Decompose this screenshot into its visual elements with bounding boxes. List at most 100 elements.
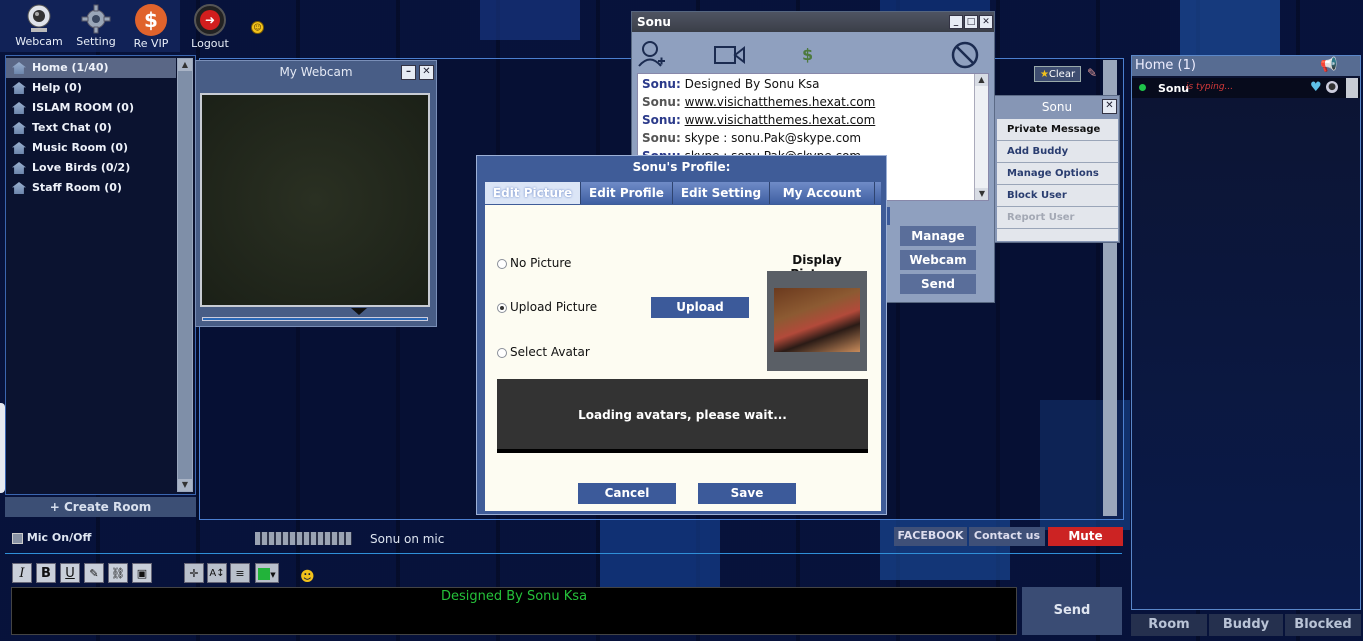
- mic-toggle[interactable]: Mic On/Off: [12, 531, 102, 545]
- profile-tab[interactable]: My Account: [770, 182, 875, 204]
- font-size-icon[interactable]: A↕: [207, 563, 227, 583]
- side-handle[interactable]: [0, 403, 5, 493]
- pm-title: Sonu: [637, 15, 671, 29]
- pm-block-icon[interactable]: [950, 40, 980, 70]
- picture-option-label: Select Avatar: [510, 345, 590, 359]
- radio-button[interactable]: [497, 302, 507, 313]
- pm-message-sender: Sonu:: [642, 77, 681, 91]
- image-icon[interactable]: ▣: [132, 563, 152, 583]
- emoticon-icon[interactable]: ☻: [300, 569, 322, 585]
- message-input[interactable]: Designed By Sonu Ksa: [11, 587, 1017, 635]
- radio-button[interactable]: [497, 347, 507, 358]
- picture-option[interactable]: Upload Picture: [497, 300, 597, 314]
- room-item[interactable]: Text Chat (0): [6, 118, 176, 138]
- user-menu-titlebar: Sonu ✕: [995, 96, 1119, 118]
- webcam-icon: [25, 4, 53, 34]
- divider: [5, 553, 1122, 554]
- picture-option[interactable]: Select Avatar: [497, 345, 590, 359]
- room-item[interactable]: Love Birds (0/2): [6, 158, 176, 178]
- user-menu-item[interactable]: Add Buddy: [997, 141, 1118, 163]
- link-icon[interactable]: ⛓: [108, 563, 128, 583]
- pm-message-scrollbar[interactable]: ▲ ▼: [974, 74, 988, 200]
- underline-button[interactable]: U: [60, 563, 80, 583]
- text-color-picker[interactable]: ▼: [255, 563, 279, 583]
- user-menu-item[interactable]: Block User: [997, 185, 1118, 207]
- bold-button[interactable]: B: [36, 563, 56, 583]
- webcam-volume-bar[interactable]: [202, 317, 428, 321]
- clear-button[interactable]: ★Clear: [1034, 66, 1081, 82]
- webcam-window: My Webcam – ✕: [195, 60, 437, 327]
- facebook-button[interactable]: FACEBOOK: [894, 527, 967, 546]
- room-item[interactable]: Help (0): [6, 78, 176, 98]
- room-item[interactable]: Home (1/40): [6, 58, 176, 78]
- pm-message-text[interactable]: www.visichatthemes.hexat.com: [685, 95, 876, 109]
- room-item-label: Home (1/40): [32, 61, 109, 74]
- contact-us-button[interactable]: Contact us: [969, 527, 1045, 546]
- pm-dollar-icon[interactable]: $: [802, 45, 816, 65]
- pm-manage-button[interactable]: Manage: [900, 226, 976, 246]
- toolbar-revip[interactable]: $ Re VIP: [126, 4, 176, 50]
- toolbar-revip-label: Re VIP: [133, 37, 169, 50]
- toolbar-logout[interactable]: ➜ Logout: [184, 4, 236, 50]
- pm-maximize-button[interactable]: □: [964, 15, 978, 29]
- heart-icon: ♥: [1310, 80, 1322, 95]
- tab-blocked[interactable]: Blocked: [1285, 614, 1361, 636]
- profile-tab[interactable]: Edit Picture: [485, 182, 581, 204]
- mute-button[interactable]: Mute: [1048, 527, 1123, 546]
- webcam-window-title: My Webcam: [279, 65, 353, 79]
- pm-webcam-button[interactable]: Webcam: [900, 250, 976, 270]
- profile-tabs: Edit Picture Edit Profile Edit Setting My A…: [485, 182, 881, 204]
- user-row[interactable]: Sonu is typing... ♥ ●: [1132, 78, 1360, 98]
- user-menu-items: Private Message Add Buddy Manage Options Bl…: [997, 119, 1118, 241]
- pm-message-text[interactable]: www.visichatthemes.hexat.com: [685, 113, 876, 127]
- create-room-button[interactable]: + Create Room: [5, 497, 196, 517]
- dollar-icon: $: [135, 4, 167, 36]
- tab-room[interactable]: Room: [1131, 614, 1207, 636]
- webcam-minimize-button[interactable]: –: [401, 65, 416, 80]
- user-menu-close-button[interactable]: ✕: [1102, 99, 1117, 114]
- italic-button[interactable]: I: [12, 563, 32, 583]
- radio-button[interactable]: [497, 258, 507, 269]
- save-button[interactable]: Save: [698, 483, 796, 504]
- user-context-menu: Sonu ✕ Private Message Add Buddy Manage Op…: [994, 95, 1120, 243]
- toolbar-webcam[interactable]: Webcam: [10, 4, 68, 48]
- smiley-icon[interactable]: ☺: [251, 21, 264, 34]
- pm-add-user-icon[interactable]: [636, 39, 666, 69]
- pm-close-button[interactable]: ✕: [979, 15, 993, 29]
- pm-message: Sonu: www.visichatthemes.hexat.com: [642, 93, 984, 111]
- mic-checkbox[interactable]: [12, 532, 23, 544]
- user-menu-item[interactable]: Private Message: [997, 119, 1118, 141]
- user-menu-item[interactable]: Manage Options: [997, 163, 1118, 185]
- cursor-icon[interactable]: ✛: [184, 563, 204, 583]
- logout-icon: ➜: [194, 4, 226, 36]
- user-profile-icon[interactable]: ●: [1326, 81, 1338, 93]
- profile-tab[interactable]: Edit Setting: [673, 182, 770, 204]
- pm-message: Sonu: Designed By Sonu Ksa: [642, 75, 984, 93]
- room-list-scrollbar[interactable]: ▲ ▼: [177, 58, 193, 492]
- pm-send-button[interactable]: Send: [900, 274, 976, 294]
- user-list-scroll-thumb[interactable]: [1346, 78, 1358, 98]
- eraser-icon[interactable]: ✎: [1084, 66, 1100, 80]
- send-button[interactable]: Send: [1022, 587, 1122, 635]
- webcam-dropdown-arrow[interactable]: [351, 308, 367, 315]
- edit-icon[interactable]: ✎: [84, 563, 104, 583]
- room-item[interactable]: ISLAM ROOM (0): [6, 98, 176, 118]
- toolbar-setting[interactable]: Setting: [70, 4, 122, 48]
- tab-buddy[interactable]: Buddy: [1209, 614, 1283, 636]
- user-name: Sonu: [1158, 82, 1190, 95]
- pm-minimize-button[interactable]: _: [949, 15, 963, 29]
- pm-video-icon[interactable]: [714, 44, 746, 66]
- align-icon[interactable]: ≡: [230, 563, 250, 583]
- room-item-label: Love Birds (0/2): [32, 161, 131, 174]
- megaphone-icon[interactable]: 📢: [1320, 57, 1337, 73]
- cancel-button[interactable]: Cancel: [578, 483, 676, 504]
- room-item[interactable]: Staff Room (0): [6, 178, 176, 198]
- webcam-close-button[interactable]: ✕: [419, 65, 434, 80]
- on-mic-text: Sonu on mic: [370, 532, 445, 546]
- user-typing-status: is typing...: [1186, 82, 1234, 92]
- picture-option[interactable]: No Picture: [497, 256, 571, 270]
- room-item[interactable]: Music Room (0): [6, 138, 176, 158]
- upload-button[interactable]: Upload: [651, 297, 749, 318]
- profile-tab[interactable]: Edit Profile: [581, 182, 673, 204]
- message-input-text: Designed By Sonu Ksa: [440, 589, 588, 604]
